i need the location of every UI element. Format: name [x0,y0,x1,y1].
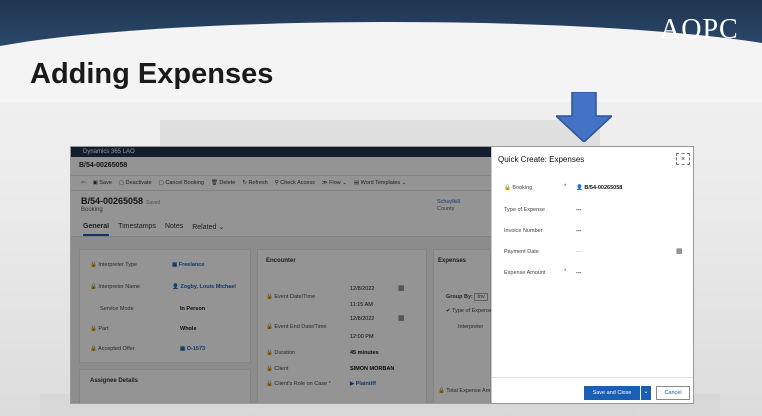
slide-title: Adding Expenses [30,58,274,90]
required-marker: * [564,184,567,190]
modal-overlay [71,147,491,403]
type-of-expense-input[interactable]: --- [576,207,582,213]
booking-lookup[interactable]: 👤 B/54-00265058 [576,185,622,191]
chevron-down-icon[interactable]: ⌄ [641,386,651,400]
invoice-number-label: Invoice Number [504,228,543,234]
expense-amount-label: Expense Amount [504,270,546,276]
required-marker: * [564,269,567,275]
cancel-button[interactable]: Cancel [656,386,690,400]
payment-date-input[interactable]: --- [576,249,582,255]
dynamics-screenshot: Dynamics 365 LAO B/54-00265058 ⇦ ▣ Save … [70,146,694,404]
quick-create-panel: Quick Create: Expenses × 🔒 Booking * 👤 B… [491,147,693,403]
quick-create-footer: Save and Close ⌄ Cancel [492,377,693,403]
down-arrow-icon [556,92,612,142]
calendar-icon[interactable]: ▦ [676,247,683,255]
quick-create-title: Quick Create: Expenses [498,155,585,164]
save-and-close-button[interactable]: Save and Close [584,386,640,400]
close-button[interactable]: × [676,153,690,165]
aopc-logo: AOPC [660,14,739,45]
invoice-number-input[interactable]: --- [576,228,582,234]
payment-date-label: Payment Date [504,249,539,255]
expense-amount-input[interactable]: --- [576,270,582,276]
type-of-expense-label: Type of Expense [504,207,545,213]
booking-label: 🔒 Booking [504,185,533,191]
